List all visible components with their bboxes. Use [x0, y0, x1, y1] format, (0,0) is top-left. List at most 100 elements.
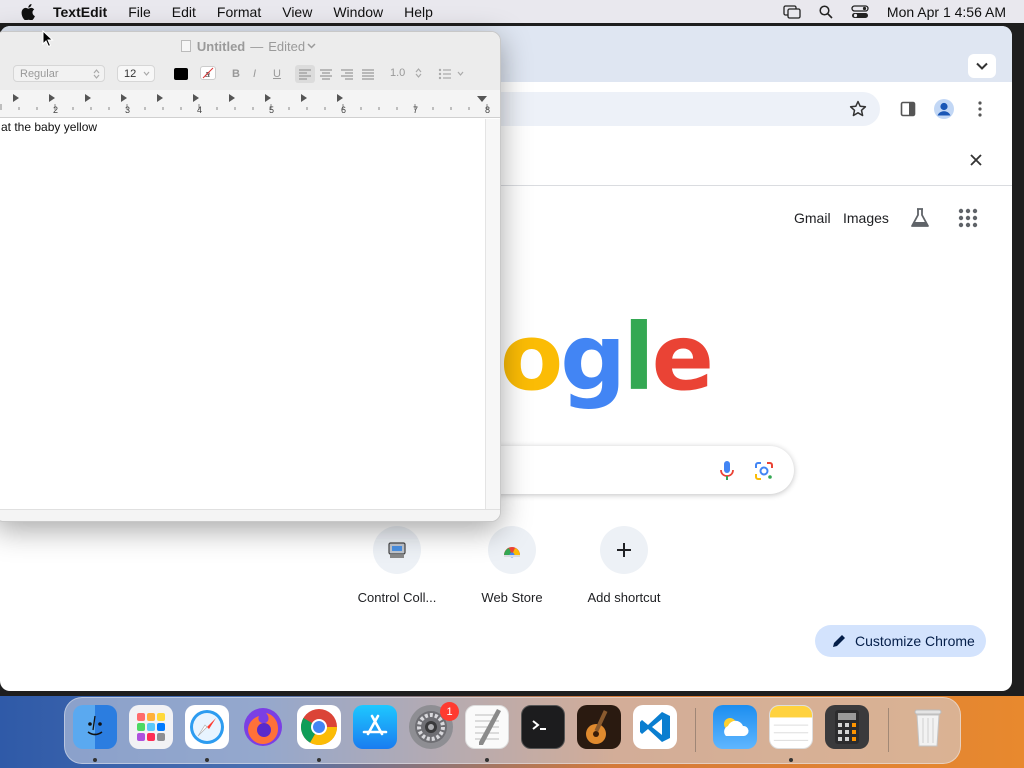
side-panel-icon[interactable] — [896, 97, 920, 121]
chrome-menu-icon[interactable] — [968, 97, 992, 121]
ruler-number: 8 — [485, 105, 491, 115]
google-search-box[interactable] — [470, 446, 794, 494]
italic-button[interactable]: I — [253, 68, 256, 80]
chevron-down-icon — [976, 62, 988, 70]
shortcut-add[interactable]: Add shortcut — [568, 526, 680, 605]
chevron-down-icon[interactable] — [307, 43, 316, 49]
highlight-a-icon: a — [202, 67, 214, 79]
ruler[interactable]: 2 3 4 5 6 7 8 — [0, 90, 500, 118]
font-size-value: 12 — [124, 68, 137, 80]
weather-icon[interactable] — [713, 705, 757, 749]
dock-separator — [695, 708, 696, 752]
plus-icon — [600, 526, 648, 574]
menu-format[interactable]: Format — [217, 4, 261, 20]
address-bar[interactable] — [480, 92, 880, 126]
safari-icon[interactable] — [185, 705, 229, 749]
stepper-arrows-icon — [415, 68, 422, 78]
menu-help[interactable]: Help — [404, 4, 433, 20]
notes-icon[interactable] — [769, 705, 813, 749]
firefox-icon[interactable] — [241, 705, 285, 749]
shortcut-label: Control Coll... — [357, 590, 437, 605]
font-style-select[interactable]: Regular — [13, 65, 105, 82]
line-spacing-value: 1.0 — [390, 67, 406, 79]
apps-grid-icon[interactable] — [958, 208, 978, 228]
font-style-value: Regular — [20, 68, 59, 80]
underline-button[interactable]: U — [273, 68, 281, 80]
title-separator: — — [250, 38, 264, 54]
textedit-window: Untitled — Edited Regular 12 a B I U — [0, 31, 501, 522]
document-text: at the baby yellow — [1, 120, 98, 134]
shortcut-label: Web Store — [481, 590, 543, 605]
shortcut-label: Add shortcut — [587, 590, 661, 605]
pencil-icon — [833, 635, 845, 647]
google-logo: ogle — [500, 304, 714, 411]
voice-search-icon[interactable] — [718, 460, 736, 482]
chevron-down-icon — [143, 71, 150, 76]
menu-bar: TextEdit File Edit Format View Window He… — [0, 0, 1024, 23]
menu-edit[interactable]: Edit — [172, 4, 196, 20]
list-bullets-icon[interactable] — [438, 67, 468, 81]
images-link[interactable]: Images — [843, 210, 889, 226]
alignment-group — [295, 65, 380, 83]
shortcut-control-collection[interactable]: Control Coll... — [341, 526, 453, 605]
notification-badge: 1 — [440, 702, 459, 721]
line-spacing-select[interactable]: 1.0 — [388, 65, 426, 82]
vertical-scrollbar[interactable] — [485, 119, 500, 509]
tab-search-button[interactable] — [968, 54, 996, 78]
menu-window[interactable]: Window — [333, 4, 383, 20]
ruler-number: 4 — [197, 105, 203, 115]
control-center-icon[interactable] — [849, 3, 871, 21]
bold-button[interactable]: B — [232, 68, 240, 80]
document-text-area[interactable]: at the baby yellow — [0, 119, 485, 509]
menu-app-name[interactable]: TextEdit — [53, 4, 107, 20]
screen-mirroring-icon[interactable] — [781, 3, 803, 21]
ruler-number: 6 — [341, 105, 347, 115]
ruler-ticks — [0, 94, 488, 110]
dock-separator — [888, 708, 889, 752]
bookmark-star-icon[interactable] — [846, 97, 870, 121]
textedit-title-bar[interactable]: Untitled — Edited — [0, 32, 500, 60]
customize-chrome-button[interactable]: Customize Chrome — [815, 625, 986, 657]
document-status: Edited — [268, 38, 306, 54]
document-icon — [180, 40, 191, 52]
calculator-icon[interactable] — [825, 705, 869, 749]
menu-view[interactable]: View — [282, 4, 312, 20]
running-indicator — [205, 758, 209, 762]
running-indicator — [317, 758, 321, 762]
profile-avatar-icon[interactable] — [932, 97, 956, 121]
ruler-number: 3 — [125, 105, 131, 115]
mouse-cursor-icon — [42, 30, 54, 48]
menu-file[interactable]: File — [128, 4, 151, 20]
google-lens-icon[interactable] — [753, 460, 775, 482]
close-icon[interactable] — [964, 148, 988, 172]
shortcut-web-store[interactable]: Web Store — [456, 526, 568, 605]
labs-flask-icon[interactable] — [909, 207, 931, 229]
launchpad-icon[interactable] — [129, 705, 173, 749]
menu-clock[interactable]: Mon Apr 1 4:56 AM — [887, 4, 1006, 20]
font-size-field[interactable]: 12 — [117, 65, 155, 82]
chrome-icon[interactable] — [297, 705, 341, 749]
ruler-number: 2 — [53, 105, 59, 115]
terminal-icon[interactable] — [521, 705, 565, 749]
textedit-icon[interactable] — [465, 705, 509, 749]
apple-icon[interactable] — [18, 3, 38, 20]
garageband-icon[interactable] — [577, 705, 621, 749]
finder-icon[interactable] — [73, 705, 117, 749]
ruler-number: 5 — [269, 105, 275, 115]
trash-icon[interactable] — [906, 705, 950, 749]
textedit-bottom-edge — [0, 509, 500, 521]
stepper-arrows-icon — [93, 69, 100, 79]
format-toolbar: Regular 12 a B I U 1.0 — [0, 60, 500, 90]
app-store-icon[interactable] — [353, 705, 397, 749]
customize-chrome-label: Customize Chrome — [855, 633, 975, 649]
document-title: Untitled — [196, 38, 246, 54]
gmail-link[interactable]: Gmail — [794, 210, 831, 226]
text-color-well[interactable] — [174, 68, 188, 80]
running-indicator — [93, 758, 97, 762]
highlight-color-well[interactable]: a — [200, 66, 216, 80]
control-collection-icon — [373, 526, 421, 574]
vscode-icon[interactable] — [633, 705, 677, 749]
web-store-icon — [488, 526, 536, 574]
ruler-number: 7 — [413, 105, 419, 115]
spotlight-search-icon[interactable] — [815, 3, 837, 21]
